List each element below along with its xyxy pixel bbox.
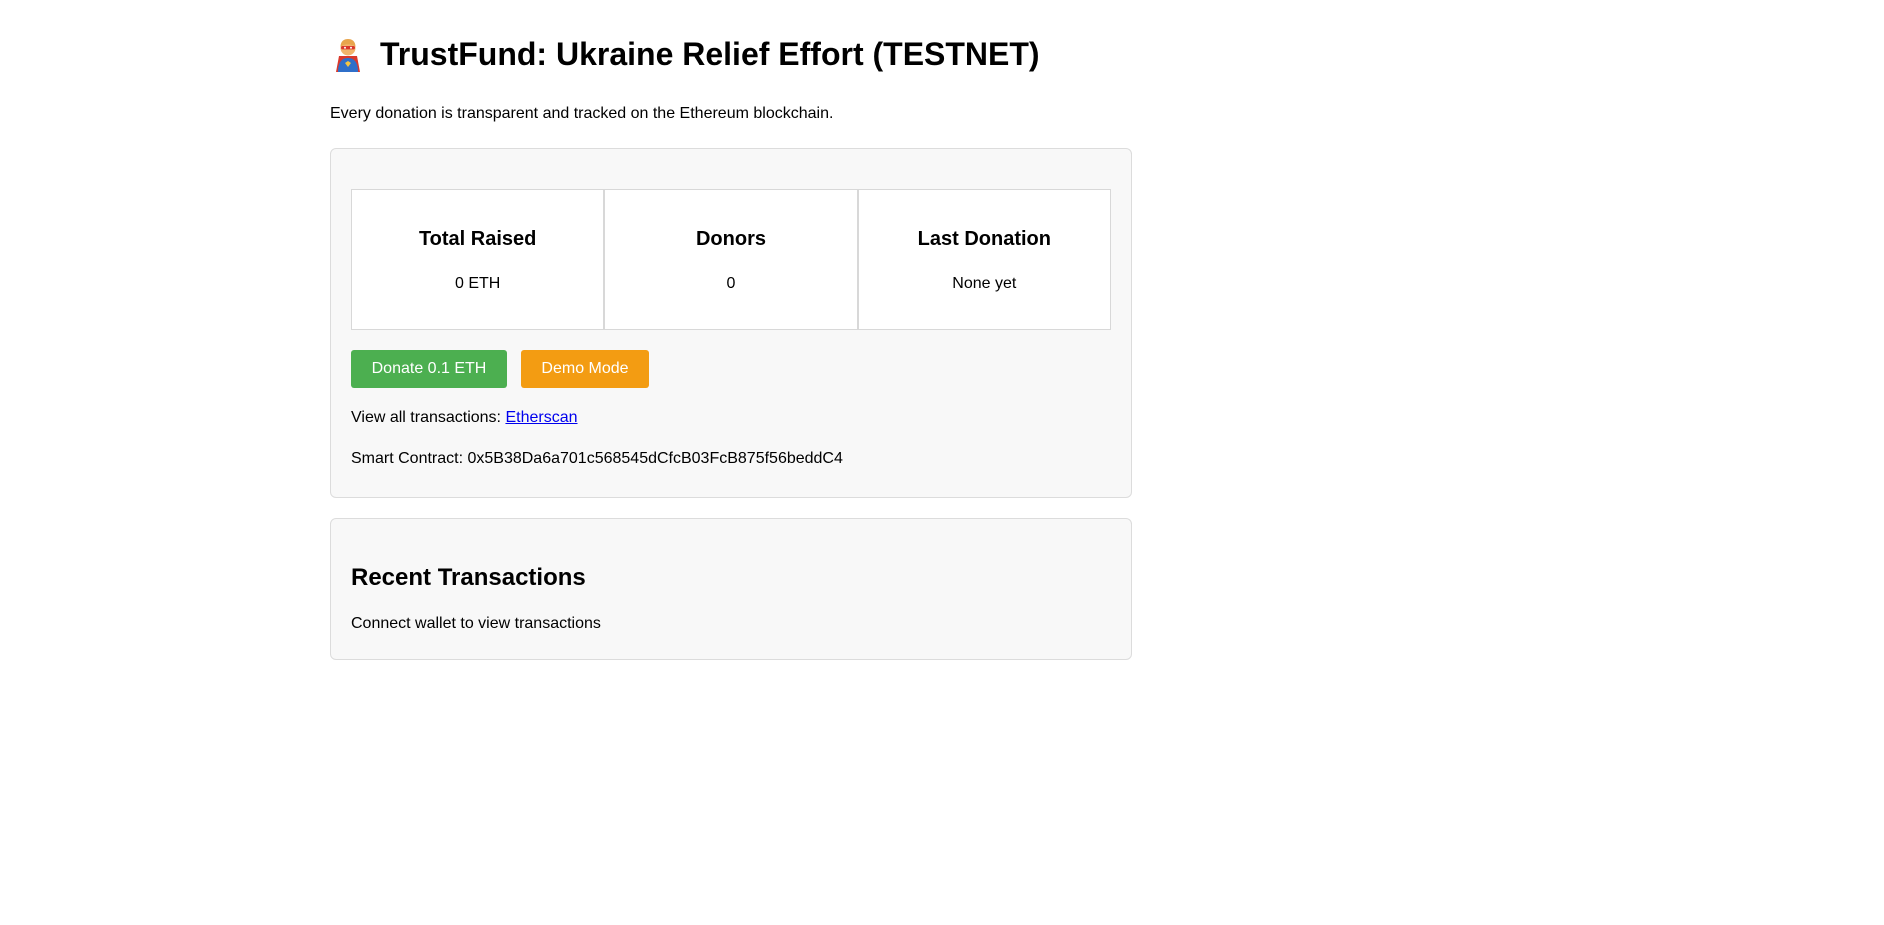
page: TrustFund: Ukraine Relief Effort (TESTNE… — [330, 0, 1132, 660]
page-subtitle: Every donation is transparent and tracke… — [330, 105, 834, 122]
stat-label: Last Donation — [917, 228, 1051, 250]
stats-row: Total Raised 0 ETH Donors 0 Last Donatio… — [351, 189, 1111, 330]
stat-last-donation: Last Donation None yet — [857, 189, 1111, 330]
action-buttons: Donate 0.1 ETH Demo Mode — [351, 350, 1111, 388]
superhero-icon — [336, 39, 360, 72]
donate-button[interactable]: Donate 0.1 ETH — [351, 350, 507, 388]
stat-total-raised: Total Raised 0 ETH — [351, 189, 605, 330]
header: TrustFund: Ukraine Relief Effort (TESTNE… — [330, 28, 1132, 80]
contract-address: 0x5B38Da6a701c568545dCfcB03FcB875f56bedd… — [467, 450, 843, 467]
recent-transactions-card: Recent Transactions Connect wallet to vi… — [330, 518, 1132, 660]
stat-value: 0 ETH — [454, 275, 501, 292]
etherscan-link[interactable]: Etherscan — [505, 409, 577, 426]
stat-donors: Donors 0 — [604, 189, 858, 330]
contract-label: Smart Contract: — [351, 450, 464, 467]
recent-transactions-title: Recent Transactions — [351, 564, 586, 591]
fund-summary-card: Total Raised 0 ETH Donors 0 Last Donatio… — [330, 148, 1132, 498]
demo-mode-button[interactable]: Demo Mode — [521, 350, 649, 388]
contract-line: Smart Contract: 0x5B38Da6a701c568545dCfc… — [351, 449, 1111, 469]
stat-value: 0 — [726, 275, 736, 292]
page-title: TrustFund: Ukraine Relief Effort (TESTNE… — [380, 36, 1040, 72]
stat-label: Total Raised — [418, 228, 537, 250]
transactions-line: View all transactions: Etherscan — [351, 408, 1111, 428]
transactions-label: View all transactions: — [351, 409, 501, 426]
stat-label: Donors — [695, 228, 766, 250]
recent-transactions-message: Connect wallet to view transactions — [351, 615, 601, 632]
stat-value: None yet — [952, 275, 1017, 292]
